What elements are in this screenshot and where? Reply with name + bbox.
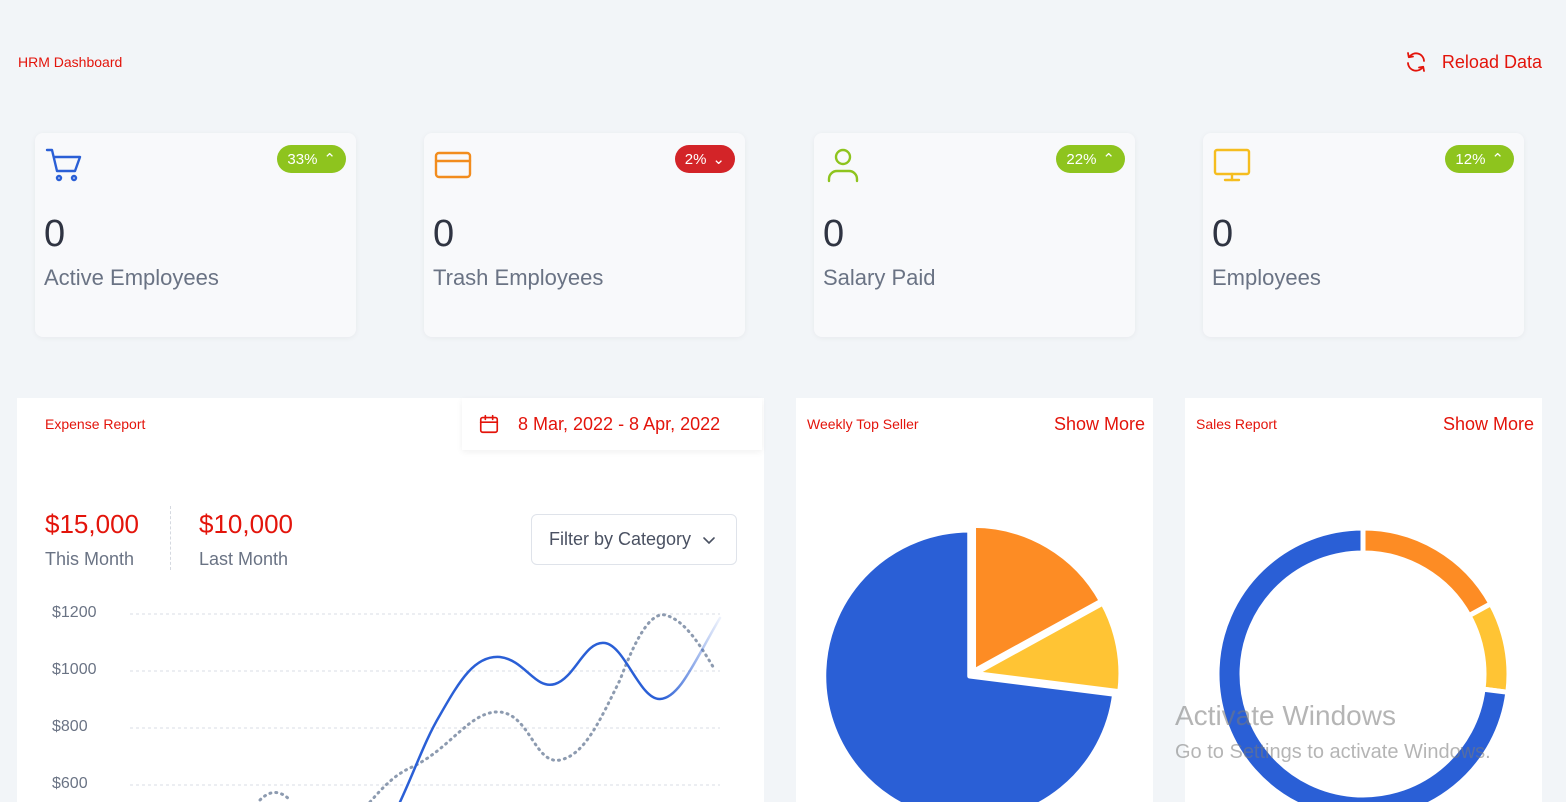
stat-card-trash-employees: 2% ⌄ 0 Trash Employees [424, 133, 745, 337]
cart-icon [45, 148, 82, 182]
divider [170, 506, 171, 570]
last-month-label: Last Month [199, 549, 289, 569]
stat-value: 0 [433, 213, 455, 255]
chevron-up-icon: ⌃ [323, 151, 336, 168]
series-line-secondary [258, 613, 717, 802]
stat-value: 0 [44, 213, 66, 255]
stat-label: Salary Paid [823, 265, 936, 290]
date-range-label: 8 Mar, 2022 - 8 Apr, 2022 [518, 413, 721, 434]
pie-slice [1466, 601, 1512, 695]
weekly-top-seller-title: Weekly Top Seller [807, 416, 919, 432]
refresh-icon [1407, 52, 1425, 72]
monitor-icon [1213, 148, 1251, 182]
y-tick-label: $1200 [52, 604, 97, 621]
credit-card-icon [434, 151, 472, 179]
sales-report-title: Sales Report [1196, 416, 1277, 432]
chevron-down-icon [703, 536, 715, 544]
last-month-amount: $10,000 [199, 509, 293, 539]
weekly-show-more-link[interactable]: Show More [1054, 414, 1145, 435]
y-tick-label: $1000 [52, 661, 97, 678]
page-title: HRM Dashboard [18, 54, 123, 70]
trend-badge: 22% ⌃ [1056, 145, 1125, 173]
date-range-picker[interactable]: 8 Mar, 2022 - 8 Apr, 2022 [462, 398, 762, 450]
stat-label: Active Employees [44, 265, 219, 290]
stat-card-active-employees: 33% ⌃ 0 Active Employees [35, 133, 356, 337]
reload-data-label: Reload Data [1441, 51, 1542, 72]
expense-line-chart [130, 613, 722, 802]
trend-badge: 12% ⌃ [1445, 145, 1514, 173]
stat-card-employees: 12% ⌃ 0 Employees [1203, 133, 1524, 337]
chevron-up-icon: ⌃ [1491, 151, 1504, 168]
series-line-primary [398, 616, 722, 802]
this-month-amount: $15,000 [45, 509, 139, 539]
activate-windows-watermark: Activate Windows [1175, 700, 1396, 731]
stat-label: Trash Employees [433, 265, 604, 290]
calendar-icon [479, 414, 499, 434]
trend-badge: 33% ⌃ [277, 145, 346, 173]
trend-badge: 2% ⌄ [674, 145, 735, 173]
reload-data-button[interactable]: Reload Data [1404, 50, 1542, 74]
filter-by-category-dropdown[interactable]: Filter by Category [531, 514, 737, 565]
this-month-label: This Month [45, 549, 135, 569]
weekly-pie-chart [821, 522, 1124, 802]
chevron-up-icon: ⌃ [1102, 151, 1115, 168]
stat-card-salary-paid: 22% ⌃ 0 Salary Paid [814, 133, 1135, 337]
stat-label: Employees [1212, 265, 1321, 290]
chevron-down-icon: ⌄ [712, 151, 725, 168]
stat-value: 0 [823, 213, 845, 255]
sales-show-more-link[interactable]: Show More [1443, 414, 1534, 435]
y-tick-label: $800 [52, 718, 88, 735]
expense-report-title: Expense Report [45, 416, 146, 432]
user-icon [827, 148, 859, 183]
activate-windows-hint: Go to Settings to activate Windows. [1175, 741, 1491, 763]
stat-value: 0 [1212, 213, 1234, 255]
filter-label: Filter by Category [549, 529, 692, 549]
pie-slice [1360, 525, 1494, 619]
y-tick-label: $600 [52, 775, 88, 792]
